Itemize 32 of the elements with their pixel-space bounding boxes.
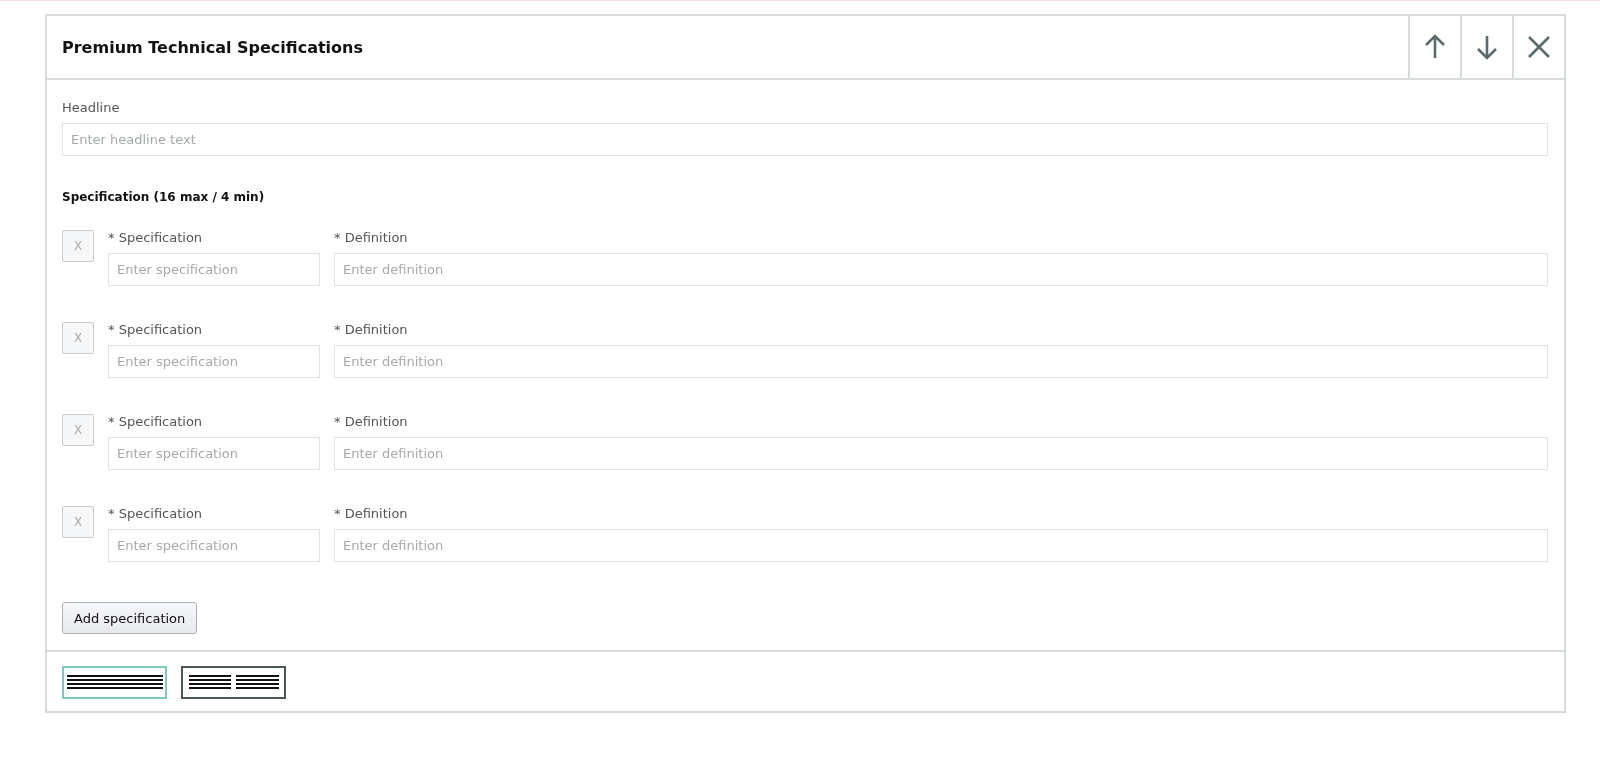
panel-title: Premium Technical Specifications	[61, 36, 364, 59]
remove-button[interactable]: X	[62, 322, 94, 354]
definition-input[interactable]: Enter definition	[334, 345, 1548, 378]
up-arrow-icon	[1423, 34, 1447, 60]
specification-input[interactable]: Enter specification	[108, 529, 320, 562]
definition-label: * Definition	[334, 230, 409, 245]
remove-button[interactable]: X	[62, 506, 94, 538]
specification-input[interactable]: Enter specification	[108, 253, 320, 286]
remove-button[interactable]: X	[62, 230, 94, 262]
down-arrow-icon	[1475, 34, 1499, 60]
layout-option[interactable]	[62, 666, 167, 699]
add-specification-button[interactable]: Add specification	[62, 602, 198, 634]
definition-label: * Definition	[334, 322, 409, 337]
specification-label: * Specification	[108, 230, 204, 245]
remove-button[interactable]: X	[62, 414, 94, 446]
close-icon	[1527, 34, 1551, 60]
specification-label: * Specification	[108, 506, 204, 521]
headline-input[interactable]: Enter headline text	[62, 123, 1548, 156]
definition-input[interactable]: Enter definition	[334, 437, 1548, 470]
definition-input[interactable]: Enter definition	[334, 253, 1548, 286]
full-width-layout-icon	[66, 675, 163, 690]
specification-label: * Specification	[108, 322, 204, 337]
specification-heading: Specification (16 max / 4 min)	[62, 190, 266, 204]
specification-input[interactable]: Enter specification	[108, 437, 320, 470]
layout-option[interactable]	[181, 666, 286, 699]
definition-label: * Definition	[334, 414, 409, 429]
definition-label: * Definition	[334, 506, 409, 521]
headline-label: Headline	[62, 100, 121, 115]
specification-label: * Specification	[108, 414, 204, 429]
specification-input[interactable]: Enter specification	[108, 345, 320, 378]
definition-input[interactable]: Enter definition	[334, 529, 1548, 562]
two-column-layout-icon	[188, 675, 279, 690]
